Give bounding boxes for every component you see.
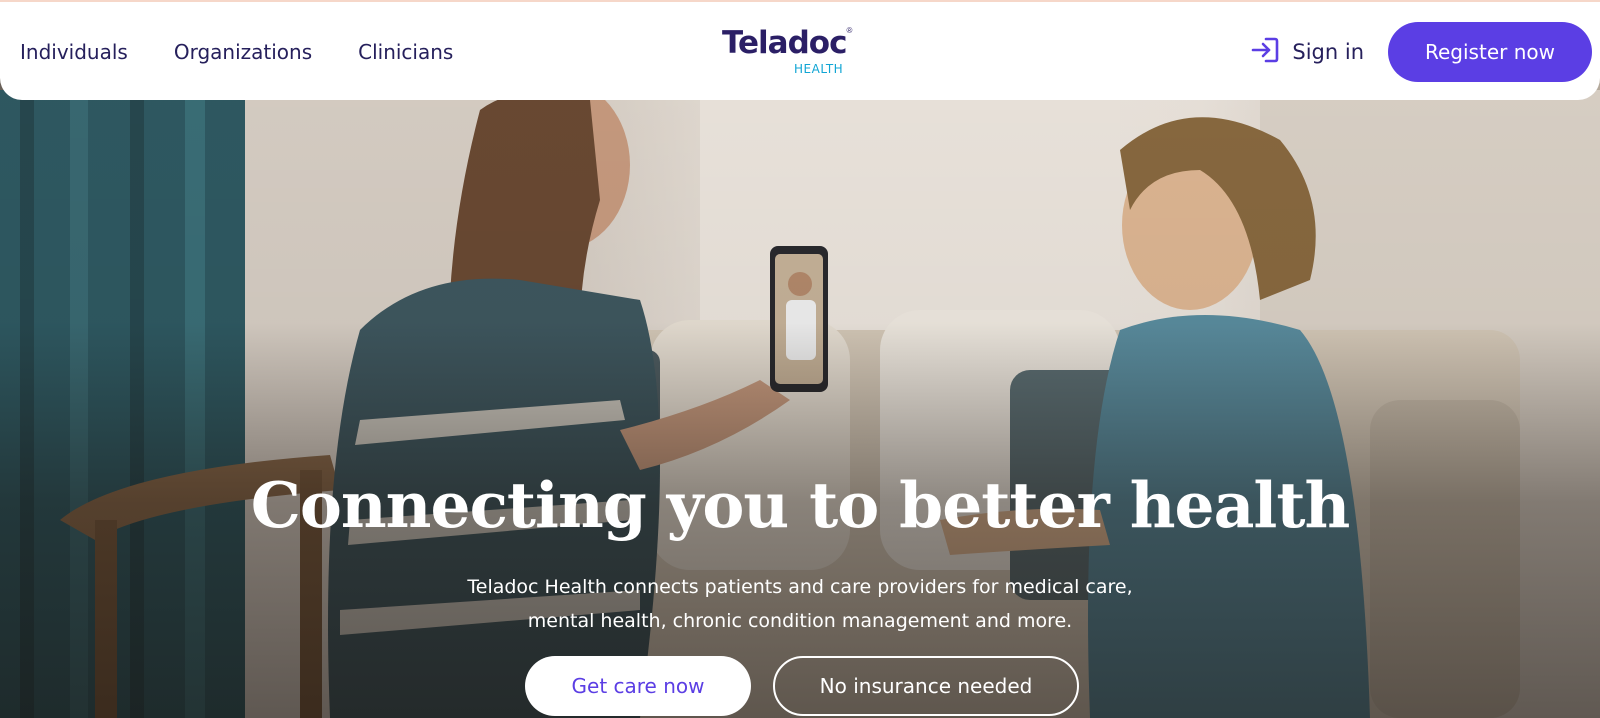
logo-wordmark: Teladoc [722, 25, 847, 61]
hero-subtext-line-1: Teladoc Health connects patients and car… [467, 576, 1133, 598]
logo-registered-mark: ® [846, 26, 853, 35]
header-actions: Sign in Register now [1250, 22, 1592, 82]
logo-subtitle: HEALTH [794, 62, 844, 76]
hero-cta-group: Get care now No insurance needed [525, 656, 1079, 716]
nav-individuals[interactable]: Individuals [20, 40, 128, 64]
hero-headline: Connecting you to better health [250, 468, 1351, 542]
hero-subtext: Teladoc Health connects patients and car… [400, 570, 1200, 638]
get-care-now-button[interactable]: Get care now [525, 656, 751, 716]
sign-in-link[interactable]: Sign in [1250, 36, 1364, 69]
primary-nav: Individuals Organizations Clinicians [20, 2, 453, 102]
no-insurance-needed-button[interactable]: No insurance needed [773, 656, 1079, 716]
register-now-button[interactable]: Register now [1388, 22, 1592, 82]
nav-organizations[interactable]: Organizations [174, 40, 312, 64]
hero-subtext-line-2: mental health, chronic condition managem… [527, 610, 1073, 632]
sign-in-label: Sign in [1292, 40, 1364, 64]
nav-clinicians[interactable]: Clinicians [358, 40, 453, 64]
site-header: Individuals Organizations Clinicians Tel… [0, 0, 1600, 100]
sign-in-arrow-icon [1250, 36, 1280, 69]
teladoc-logo[interactable]: Teladoc® HEALTH [722, 26, 862, 78]
